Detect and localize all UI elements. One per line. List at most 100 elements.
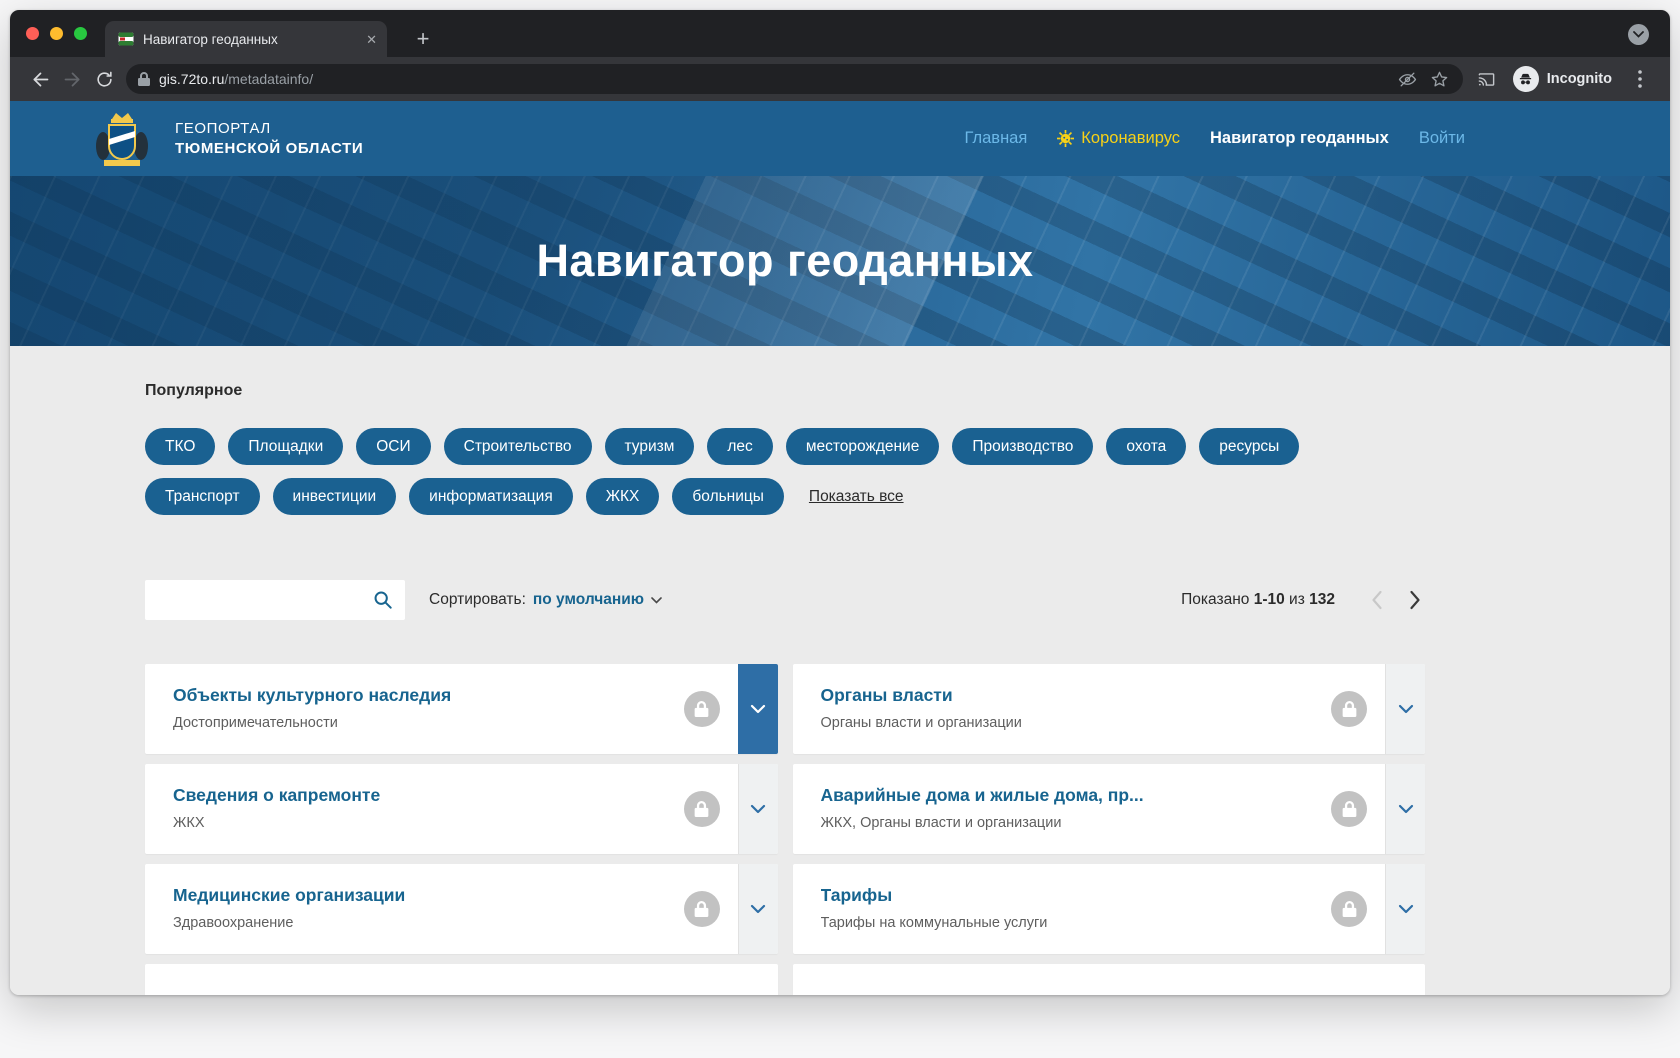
prev-page-icon[interactable] [1367, 588, 1386, 612]
page-title: Навигатор геоданных [536, 235, 1034, 286]
tag-pill[interactable]: Транспорт [145, 478, 260, 515]
tab-strip: Навигатор геоданных ✕ + [10, 10, 1670, 57]
close-window-button[interactable] [26, 27, 39, 40]
secure-lock-icon[interactable] [138, 72, 150, 86]
back-icon[interactable] [24, 63, 56, 95]
tag-pill[interactable]: ОСИ [356, 428, 431, 465]
logo-line-2: ТЮМЕНСКОЙ ОБЛАСТИ [175, 140, 364, 157]
browser-window: Навигатор геоданных ✕ + gis.72to.ru/meta… [10, 10, 1670, 995]
tag-pill[interactable]: Строительство [443, 428, 592, 465]
url-text: gis.72to.ru/metadatainfo/ [159, 71, 314, 87]
nav-login[interactable]: Войти [1419, 129, 1465, 148]
dataset-title[interactable]: Медицинские организации [173, 885, 684, 906]
dataset-card: Органы власти Органы власти и организаци… [792, 664, 1425, 754]
dataset-title[interactable]: Аварийные дома и жилые дома, пр... [821, 785, 1332, 806]
expand-card-button[interactable] [737, 864, 778, 954]
tab-search-icon[interactable] [1628, 24, 1649, 45]
search-icon[interactable] [361, 580, 405, 620]
dataset-subtitle: Органы власти и организации [820, 715, 1022, 731]
tag-pill[interactable]: месторождение [785, 428, 940, 465]
site-header: ГЕОПОРТАЛ ТЮМЕНСКОЙ ОБЛАСТИ Главная Коро… [10, 101, 1670, 176]
bookmark-star-icon[interactable] [1428, 68, 1451, 91]
dataset-title[interactable]: Тарифы [821, 885, 1332, 906]
eye-blocked-icon[interactable] [1396, 68, 1419, 91]
window-controls [26, 27, 87, 40]
expand-card-button[interactable] [1385, 764, 1425, 854]
dataset-subtitle: Достопримечательности [173, 715, 338, 731]
tag-pill[interactable]: информатизация [409, 478, 573, 515]
incognito-label: Incognito [1546, 71, 1612, 87]
lock-icon [1331, 891, 1367, 927]
popular-heading: Популярное [145, 382, 243, 399]
dataset-card: Медицинские организации Здравоохранение [145, 864, 778, 954]
tag-pill[interactable]: Производство [952, 428, 1094, 465]
sort-control: Сортировать: по умолчанию [429, 591, 662, 609]
new-tab-button[interactable]: + [409, 25, 437, 53]
expand-card-button[interactable] [1385, 864, 1425, 954]
pagination [1367, 588, 1425, 612]
lock-icon [1331, 691, 1367, 727]
sort-value-dropdown[interactable]: по умолчанию [533, 591, 644, 609]
cast-icon[interactable] [1471, 63, 1503, 95]
virus-icon [1057, 130, 1075, 147]
dataset-card: Тарифы Тарифы на коммунальные услуги [792, 864, 1425, 954]
forward-icon[interactable] [56, 63, 88, 95]
incognito-icon [1512, 66, 1539, 92]
dataset-cards: Объекты культурного наследия Достопримеч… [145, 664, 1425, 995]
dataset-title[interactable]: Объекты культурного наследия [173, 685, 684, 706]
zoom-window-button[interactable] [74, 27, 87, 40]
browser-tab[interactable]: Навигатор геоданных ✕ [105, 21, 387, 57]
dataset-card: Аварийные дома и жилые дома, пр... ЖКХ, … [792, 764, 1425, 854]
tag-pill[interactable]: Площадки [228, 428, 344, 465]
site-nav: Главная Коронавирус Навигатор геоданных … [964, 129, 1465, 148]
tag-pill[interactable]: туризм [604, 428, 695, 465]
main-content: Популярное ТКО Площадки ОСИ Строительств… [10, 346, 1670, 995]
list-controls: Сортировать: по умолчанию Показано 1-10 … [145, 580, 1425, 620]
dataset-subtitle: Тарифы на коммунальные услуги [820, 915, 1048, 931]
lock-icon [683, 891, 720, 927]
tag-pill[interactable]: охота [1106, 428, 1187, 465]
nav-geodata-navigator[interactable]: Навигатор геоданных [1210, 129, 1389, 148]
chevron-down-icon[interactable] [651, 596, 662, 604]
nav-home[interactable]: Главная [964, 129, 1027, 148]
tag-pill[interactable]: ЖКХ [585, 478, 660, 515]
dataset-title[interactable]: Органы власти [821, 685, 1332, 706]
lock-icon [1331, 791, 1367, 827]
expand-card-button[interactable] [1385, 664, 1425, 754]
dataset-card-partial [145, 964, 778, 995]
lock-icon [683, 791, 720, 827]
dataset-card-partial [792, 964, 1425, 995]
dataset-subtitle: Здравоохранение [173, 915, 294, 931]
tag-pill[interactable]: ТКО [145, 428, 216, 465]
address-bar[interactable]: gis.72to.ru/metadatainfo/ [126, 64, 1463, 94]
next-page-icon[interactable] [1406, 588, 1425, 612]
browser-toolbar: gis.72to.ru/metadatainfo/ Incognito [10, 57, 1670, 101]
close-tab-icon[interactable]: ✕ [366, 33, 377, 46]
tab-title: Навигатор геоданных [143, 31, 278, 47]
reload-icon[interactable] [88, 63, 120, 95]
nav-coronavirus[interactable]: Коронавирус [1057, 129, 1180, 148]
search-box [145, 580, 405, 620]
dataset-card: Сведения о капремонте ЖКХ [145, 764, 778, 854]
site-logo-text: ГЕОПОРТАЛ ТЮМЕНСКОЙ ОБЛАСТИ [175, 120, 363, 157]
show-all-link[interactable]: Показать все [809, 488, 904, 506]
lock-icon [683, 691, 720, 727]
tag-pill[interactable]: инвестиции [272, 478, 397, 515]
minimize-window-button[interactable] [50, 27, 63, 40]
coat-of-arms-logo[interactable] [95, 110, 149, 168]
search-input[interactable] [145, 580, 361, 620]
expand-card-button[interactable] [737, 664, 778, 754]
tag-pill[interactable]: ресурсы [1199, 428, 1300, 465]
browser-menu-icon[interactable] [1624, 63, 1656, 95]
page-viewport: ГЕОПОРТАЛ ТЮМЕНСКОЙ ОБЛАСТИ Главная Коро… [10, 101, 1670, 995]
tag-pill[interactable]: больницы [672, 478, 784, 515]
tag-pill[interactable]: лес [707, 428, 773, 465]
results-count: Показано 1-10 из 132 [1181, 591, 1335, 608]
expand-card-button[interactable] [737, 764, 778, 854]
popular-tags: ТКО Площадки ОСИ Строительство туризм ле… [145, 428, 1355, 515]
dataset-title[interactable]: Сведения о капремонте [173, 785, 684, 806]
hero-banner: Навигатор геоданных [10, 176, 1670, 346]
incognito-badge: Incognito [1512, 66, 1612, 92]
nav-coronavirus-label: Коронавирус [1081, 129, 1181, 147]
dataset-subtitle: ЖКХ, Органы власти и организации [820, 815, 1062, 831]
